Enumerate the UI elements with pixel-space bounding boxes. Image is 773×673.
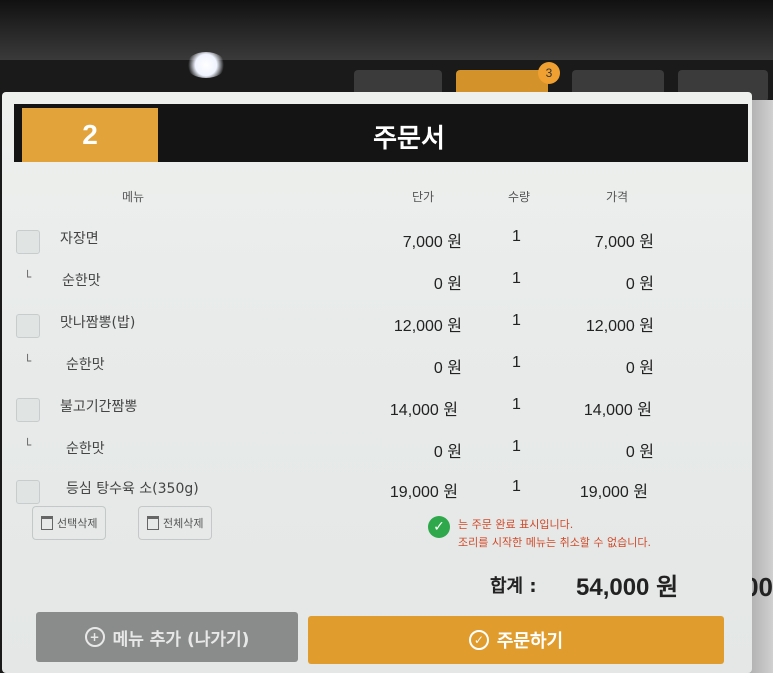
option-unit-price: 0 원 [433, 444, 462, 461]
item-price: 19,000 원 [579, 484, 648, 501]
delete-selected-button[interactable]: 선택삭제 [32, 506, 107, 540]
item-name: 불고기간짬뽕 [60, 399, 138, 415]
order-sheet-modal: 2 주문서 메뉴 단가 수량 가격 자장면 7,000 원 1 7,000 원 … [2, 92, 752, 673]
item-checkbox[interactable] [16, 398, 40, 422]
cart-count-badge: 3 [538, 62, 560, 84]
notice-line-2: 조리를 시작한 메뉴는 취소할 수 없습니다. [458, 536, 652, 549]
item-name: 자장면 [60, 231, 99, 247]
item-checkbox[interactable] [16, 230, 40, 254]
option-price: 0 원 [625, 276, 654, 293]
check-circle-icon: ✓ [468, 630, 489, 650]
trash-icon [41, 516, 53, 530]
option-name: 순한맛 [66, 357, 105, 373]
item-quantity: 1 [512, 228, 521, 245]
item-unit-price: 7,000 원 [402, 234, 462, 251]
add-menu-button[interactable]: + 메뉴 추가 (나가기) [36, 612, 298, 662]
order-item-row[interactable]: 등심 탕수육 소(350g) 19,000 원 1 19,000 원 [2, 470, 752, 510]
order-option-row: └ 순한맛 0 원 1 0 원 [2, 430, 752, 470]
notice-line-1: 는 주문 완료 표시입니다. [458, 518, 574, 531]
option-quantity: 1 [512, 270, 521, 287]
total-label: 합계 : [490, 576, 537, 597]
column-header-unit-price: 단가 [412, 190, 435, 204]
order-option-row: └ 순한맛 0 원 1 0 원 [2, 346, 752, 386]
item-unit-price: 14,000 원 [389, 402, 458, 419]
item-name: 등심 탕수육 소(350g) [66, 481, 199, 497]
check-circle-icon: ✓ [428, 516, 450, 538]
column-header-price: 가격 [606, 190, 629, 204]
light-glare [186, 52, 226, 78]
modal-title: 주문서 [373, 124, 445, 154]
delete-selected-label: 선택삭제 [57, 517, 98, 530]
option-unit-price: 0 원 [433, 276, 462, 293]
order-option-row: └ 순한맛 0 원 1 0 원 [2, 262, 752, 302]
item-checkbox[interactable] [16, 314, 40, 338]
place-order-label: 주문하기 [496, 631, 564, 652]
delete-all-button[interactable]: 전체삭제 [138, 506, 213, 540]
trash-icon [147, 516, 159, 530]
option-name: 순한맛 [62, 273, 101, 289]
option-unit-price: 0 원 [433, 360, 462, 377]
item-price: 7,000 원 [594, 234, 654, 251]
order-item-row[interactable]: 불고기간짬뽕 14,000 원 1 14,000 원 [2, 388, 752, 428]
item-price: 12,000 원 [585, 318, 654, 335]
item-quantity: 1 [512, 478, 521, 495]
option-price: 0 원 [625, 360, 654, 377]
option-indent-mark: └ [24, 438, 32, 452]
item-price: 14,000 원 [583, 402, 652, 419]
order-item-row[interactable]: 맛나짬뽕(밥) 12,000 원 1 12,000 원 [2, 304, 752, 344]
option-indent-mark: └ [24, 354, 32, 368]
total-amount: 54,000 원 [576, 574, 679, 601]
item-quantity: 1 [512, 396, 521, 413]
option-price: 0 원 [625, 444, 654, 461]
place-order-button[interactable]: ✓ 주문하기 [308, 616, 724, 664]
add-menu-label: 메뉴 추가 (나가기) [112, 629, 250, 650]
item-quantity: 1 [512, 312, 521, 329]
delete-all-label: 전체삭제 [163, 517, 204, 530]
column-header-quantity: 수량 [508, 190, 531, 204]
option-name: 순한맛 [66, 441, 105, 457]
plus-circle-icon: + [84, 627, 105, 647]
order-item-row[interactable]: 자장면 7,000 원 1 7,000 원 [2, 220, 752, 260]
item-unit-price: 19,000 원 [389, 484, 458, 501]
item-name: 맛나짬뽕(밥) [60, 315, 136, 331]
item-checkbox[interactable] [16, 480, 40, 504]
option-indent-mark: └ [24, 270, 32, 284]
order-number-badge: 2 [22, 108, 158, 162]
item-unit-price: 12,000 원 [393, 318, 462, 335]
option-quantity: 1 [512, 438, 521, 455]
column-header-menu: 메뉴 [122, 190, 145, 204]
option-quantity: 1 [512, 354, 521, 371]
modal-header: 2 주문서 [14, 104, 748, 162]
screen-bezel [0, 0, 773, 60]
